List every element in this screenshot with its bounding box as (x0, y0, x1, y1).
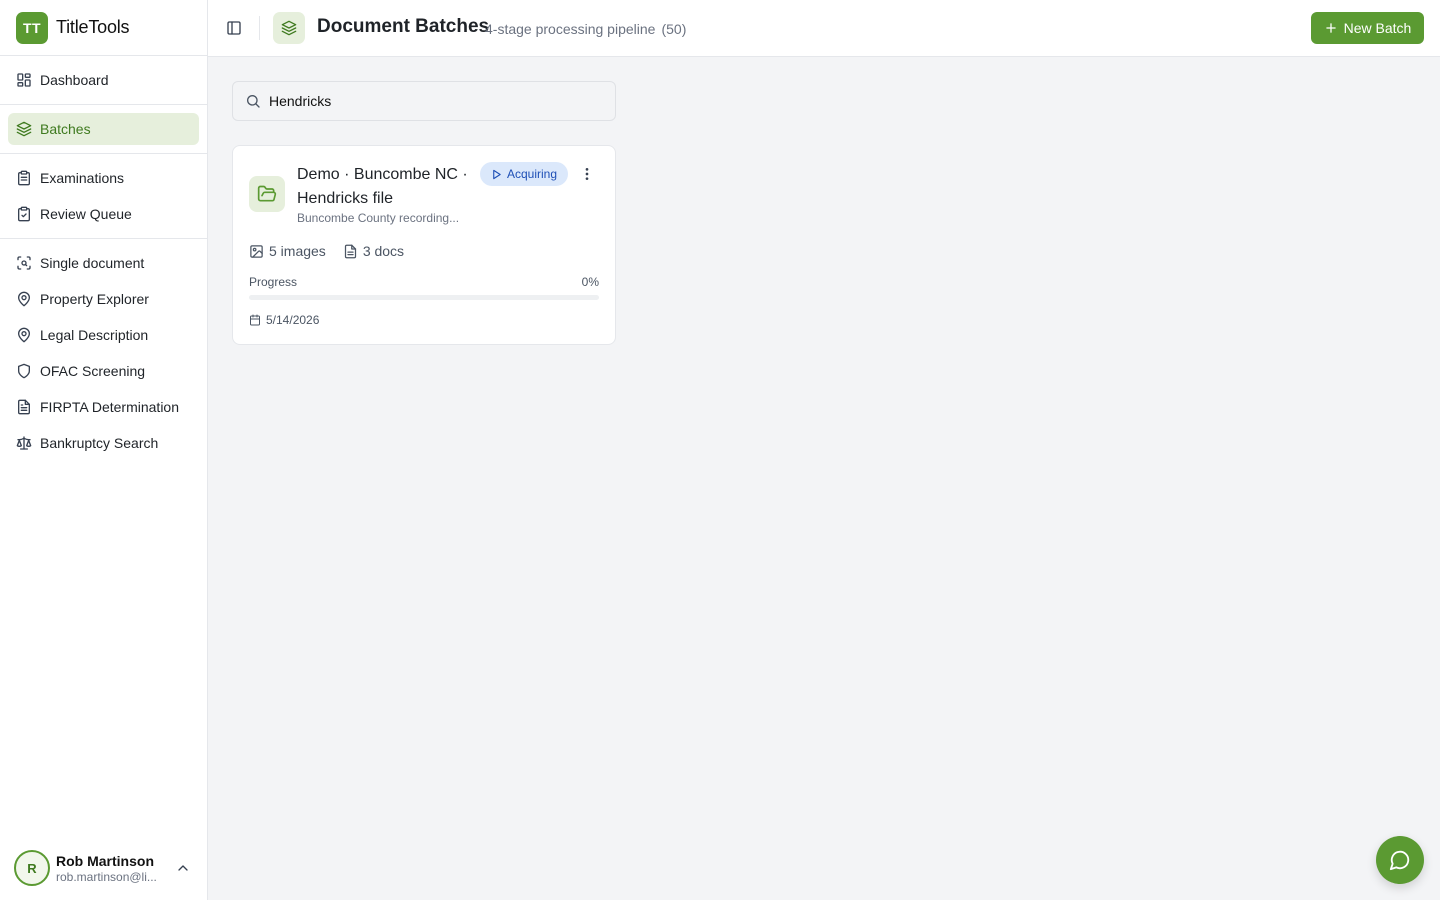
folder-open-icon (249, 176, 285, 212)
page-subtitle: 4-stage processing pipeline (50) (485, 21, 686, 37)
nav-group-batches: Batches (0, 105, 207, 154)
nav-group-review: Examinations Review Queue (0, 154, 207, 239)
message-circle-icon (1389, 849, 1411, 871)
layers-icon (273, 12, 305, 44)
user-email: rob.martinson@li... (56, 869, 157, 884)
scan-icon (16, 255, 32, 271)
subtitle-text: 4-stage processing pipeline (485, 21, 656, 37)
brand-logo: TT (16, 11, 48, 44)
new-batch-button[interactable]: New Batch (1311, 12, 1424, 44)
chat-button[interactable] (1376, 836, 1424, 884)
sidebar-item-examinations[interactable]: Examinations (8, 162, 199, 194)
progress-bar (249, 295, 599, 300)
sidebar-item-label: Property Explorer (40, 291, 149, 307)
status-badge: Acquiring (480, 162, 568, 186)
shield-icon (16, 363, 32, 379)
image-icon (249, 244, 264, 259)
new-batch-label: New Batch (1343, 20, 1412, 36)
map-pin-icon (16, 327, 32, 343)
scale-icon (16, 435, 32, 451)
batch-card[interactable]: Demo · Buncombe NC · Hendricks file Bunc… (232, 145, 616, 345)
file-text-icon (343, 244, 358, 259)
page-header: Document Batches 4-stage processing pipe… (208, 0, 1440, 57)
nav-group-tools: Single document Property Explorer Legal … (0, 239, 207, 467)
sidebar-item-label: Legal Description (40, 327, 149, 343)
progress-value: 0% (581, 275, 599, 289)
sidebar-item-firpta-determination[interactable]: FIRPTA Determination (8, 391, 199, 423)
sidebar-item-property-explorer[interactable]: Property Explorer (8, 283, 199, 315)
sidebar: TT TitleTools Dashboard Batches Examinat… (0, 0, 208, 900)
user-name: Rob Martinson (56, 852, 154, 869)
search-box (232, 81, 616, 121)
clipboard-check-icon (16, 170, 32, 186)
sidebar-toggle-icon[interactable] (224, 16, 244, 40)
doc-count: 3 docs (343, 243, 404, 259)
sidebar-item-label: Review Queue (40, 206, 132, 222)
progress-label: Progress (249, 275, 298, 289)
nav-group-main: Dashboard (0, 56, 207, 105)
batch-stats: 5 images 3 docs (249, 243, 421, 259)
sidebar-item-label: FIRPTA Determination (40, 399, 180, 415)
page-title: Document Batches (317, 16, 490, 37)
batch-date: 5/14/2026 (249, 313, 319, 327)
status-label: Acquiring (506, 167, 558, 181)
plus-icon (1324, 21, 1338, 35)
batch-date-label: 5/14/2026 (266, 313, 320, 327)
sidebar-item-label: Dashboard (40, 72, 109, 88)
sidebar-item-bankruptcy-search[interactable]: Bankruptcy Search (8, 427, 199, 459)
search-icon (245, 93, 261, 109)
map-pin-icon (16, 291, 32, 307)
chevron-up-icon[interactable] (175, 860, 191, 876)
dashboard-icon (16, 72, 32, 88)
file-text-icon (16, 399, 32, 415)
sidebar-item-dashboard[interactable]: Dashboard (8, 64, 199, 96)
avatar: R (14, 850, 50, 886)
sidebar-item-label: OFAC Screening (40, 363, 146, 379)
sidebar-item-batches[interactable]: Batches (8, 113, 199, 145)
user-info: Rob Martinson rob.martinson@li... (56, 853, 168, 884)
brand-name: TitleTools (56, 17, 130, 37)
batch-count: (50) (661, 21, 687, 37)
layers-icon (16, 121, 32, 137)
image-count: 5 images (249, 243, 326, 259)
search-input[interactable] (269, 93, 599, 109)
sidebar-item-ofac-screening[interactable]: OFAC Screening (8, 355, 199, 387)
sidebar-item-label: Single document (40, 255, 145, 271)
batch-title: Demo · Buncombe NC · Hendricks file (297, 166, 468, 207)
sidebar-item-label: Examinations (40, 170, 125, 186)
sidebar-item-label: Bankruptcy Search (40, 435, 159, 451)
brand[interactable]: TT TitleTools (0, 0, 207, 56)
sidebar-item-legal-description[interactable]: Legal Description (8, 319, 199, 351)
clipboard-list-icon (16, 206, 32, 222)
sidebar-item-single-document[interactable]: Single document (8, 247, 199, 279)
calendar-icon (249, 314, 261, 326)
sidebar-item-label: Batches (40, 121, 91, 137)
doc-count-label: 3 docs (362, 243, 405, 259)
batch-description: Buncombe County recording... (297, 211, 460, 225)
header-divider (259, 16, 260, 40)
image-count-label: 5 images (269, 243, 326, 259)
more-vertical-icon[interactable] (579, 166, 595, 182)
user-menu[interactable]: R Rob Martinson rob.martinson@li... (0, 836, 207, 900)
play-icon (491, 169, 502, 180)
sidebar-item-review-queue[interactable]: Review Queue (8, 198, 199, 230)
